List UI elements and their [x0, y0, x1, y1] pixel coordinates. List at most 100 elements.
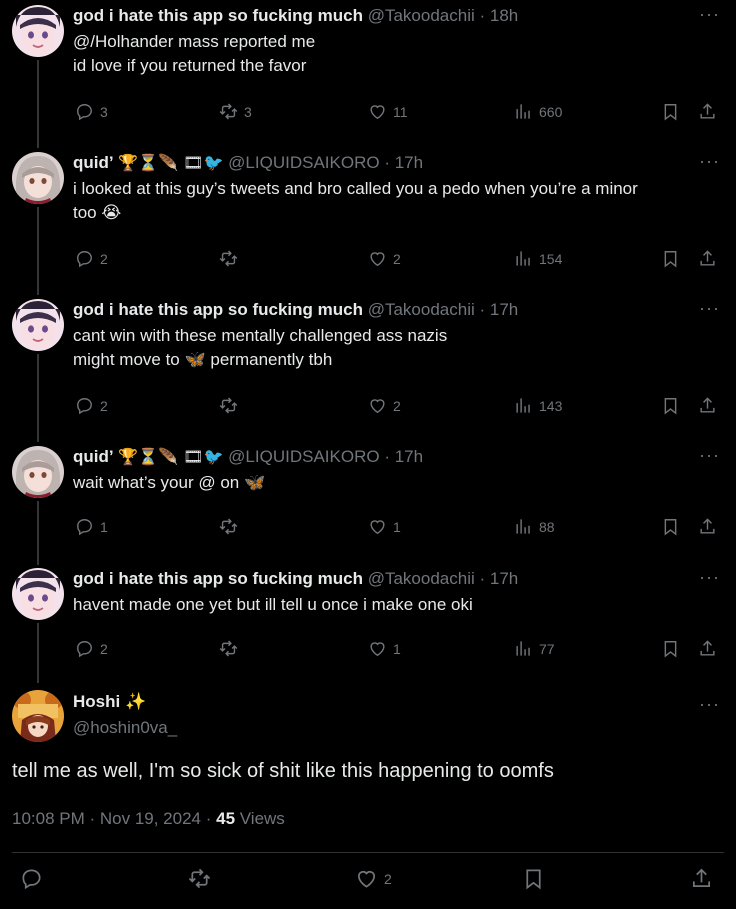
bookmark-icon	[664, 251, 677, 268]
repost-button[interactable]: 3	[219, 102, 252, 121]
author-name[interactable]: quid’	[73, 153, 114, 172]
share-button[interactable]	[698, 639, 717, 658]
like-button[interactable]: 1	[368, 517, 401, 536]
share-button[interactable]	[698, 102, 717, 121]
avatar[interactable]	[12, 446, 64, 498]
reply-icon	[77, 251, 92, 268]
avatar[interactable]	[12, 568, 64, 620]
author-handle[interactable]: @Takoodachii	[368, 300, 475, 319]
share-button[interactable]	[698, 517, 717, 536]
tweet-time[interactable]: · 17h	[384, 153, 423, 172]
avatar[interactable]	[12, 299, 64, 351]
reply-button[interactable]: 3	[75, 102, 108, 121]
tweet-text-line: too 😭	[73, 203, 122, 222]
bookmark-button[interactable]	[661, 396, 680, 415]
author-name[interactable]: god i hate this app so fucking much	[73, 6, 363, 25]
views-icon	[516, 641, 530, 656]
heart-icon	[370, 520, 385, 535]
reply-button[interactable]: 1	[75, 517, 108, 536]
share-icon	[700, 518, 715, 534]
like-button[interactable]: 11	[368, 102, 408, 121]
tweet-header: god i hate this app so fucking much @Tak…	[73, 5, 518, 27]
reply-button[interactable]: 2	[75, 639, 108, 658]
tweet-text-line: cant win with these mentally challenged …	[73, 326, 448, 345]
reply-button[interactable]: 2	[75, 396, 108, 415]
repost-button[interactable]	[219, 249, 244, 268]
reply-count: 3	[100, 103, 108, 120]
avatar[interactable]	[12, 690, 64, 742]
view-count: 660	[539, 103, 563, 120]
repost-icon	[188, 868, 211, 889]
author-name[interactable]: god i hate this app so fucking much	[73, 569, 363, 588]
like-button[interactable]: 1	[368, 639, 401, 658]
tweet-time[interactable]: · 18h	[479, 6, 518, 25]
like-button[interactable]: 2	[368, 396, 401, 415]
repost-button[interactable]	[219, 396, 244, 415]
tweet-time[interactable]: · 17h	[479, 300, 518, 319]
author-name[interactable]: quid’	[73, 447, 114, 466]
repost-button[interactable]	[188, 867, 211, 890]
views-button[interactable]: 88	[514, 517, 555, 536]
like-button[interactable]: 2	[368, 249, 401, 268]
tweet-header: quid’ 🏆⏳🪶 🎞🐦 @LIQUIDSAIKORO · 17h	[73, 446, 423, 468]
more-options-icon[interactable]: ···	[699, 299, 720, 317]
like-button[interactable]: 2	[355, 867, 392, 890]
tweet-action-bar: 1 1 88	[73, 517, 723, 537]
tweet-time[interactable]: · 17h	[479, 569, 518, 588]
more-options-icon[interactable]: ···	[699, 446, 720, 464]
view-count: 143	[539, 397, 563, 414]
like-count: 1	[393, 518, 401, 535]
thread-connector	[37, 60, 39, 148]
author-handle[interactable]: @Takoodachii	[368, 6, 475, 25]
bookmark-button[interactable]	[661, 517, 680, 536]
bookmark-button[interactable]	[522, 867, 545, 890]
reply-button[interactable]: 2	[75, 249, 108, 268]
share-button[interactable]	[698, 396, 717, 415]
more-options-icon[interactable]: ···	[699, 695, 720, 713]
reply-button[interactable]	[20, 867, 43, 890]
views-label: Views	[235, 809, 285, 828]
author-handle[interactable]: @Takoodachii	[368, 569, 475, 588]
views-button[interactable]: 143	[514, 396, 562, 415]
author-name[interactable]: Hoshi ✨	[73, 692, 146, 712]
reply-icon	[77, 398, 92, 415]
main-name[interactable]: Hoshi	[73, 692, 120, 711]
author-handle[interactable]: @LIQUIDSAIKORO	[228, 153, 379, 172]
share-icon	[700, 103, 715, 119]
repost-button[interactable]	[219, 517, 244, 536]
bookmark-button[interactable]	[661, 102, 680, 121]
repost-icon	[219, 250, 238, 267]
share-button[interactable]	[698, 249, 717, 268]
tweet-text: wait what’s your @ on 🦋	[73, 471, 723, 495]
tweet-time[interactable]: · 17h	[384, 447, 423, 466]
avatar[interactable]	[12, 5, 64, 57]
bookmark-button[interactable]	[661, 639, 680, 658]
repost-icon	[219, 103, 238, 120]
avatar-image	[12, 152, 64, 204]
tweet-text: cant win with these mentally challenged …	[73, 324, 723, 372]
reply-count: 2	[100, 397, 108, 414]
more-options-icon[interactable]: ···	[699, 5, 720, 23]
main-action-bar: 2	[0, 867, 736, 897]
main-handle[interactable]: @hoshin0va_	[73, 718, 177, 738]
views-button[interactable]: 154	[514, 249, 562, 268]
thread-connector	[37, 207, 39, 295]
views-button[interactable]: 660	[514, 102, 562, 121]
more-options-icon[interactable]: ···	[699, 568, 720, 586]
tweet-text-line: i looked at this guy’s tweets and bro ca…	[73, 179, 638, 198]
author-handle[interactable]: @LIQUIDSAIKORO	[228, 447, 379, 466]
repost-button[interactable]	[219, 639, 244, 658]
view-count: 154	[539, 250, 563, 267]
share-button[interactable]	[690, 867, 713, 890]
views-button[interactable]: 77	[514, 639, 555, 658]
reply-count: 2	[100, 250, 108, 267]
bookmark-button[interactable]	[661, 249, 680, 268]
timestamp[interactable]: 10:08 PM · Nov 19, 2024 ·	[12, 809, 216, 828]
tweet-action-bar: 2 2 143	[73, 396, 723, 416]
avatar[interactable]	[12, 152, 64, 204]
more-options-icon[interactable]: ···	[699, 152, 720, 170]
repost-count: 3	[244, 103, 252, 120]
heart-icon	[370, 642, 385, 657]
author-name[interactable]: god i hate this app so fucking much	[73, 300, 363, 319]
tweet-action-bar: 2 2 154	[73, 249, 723, 269]
